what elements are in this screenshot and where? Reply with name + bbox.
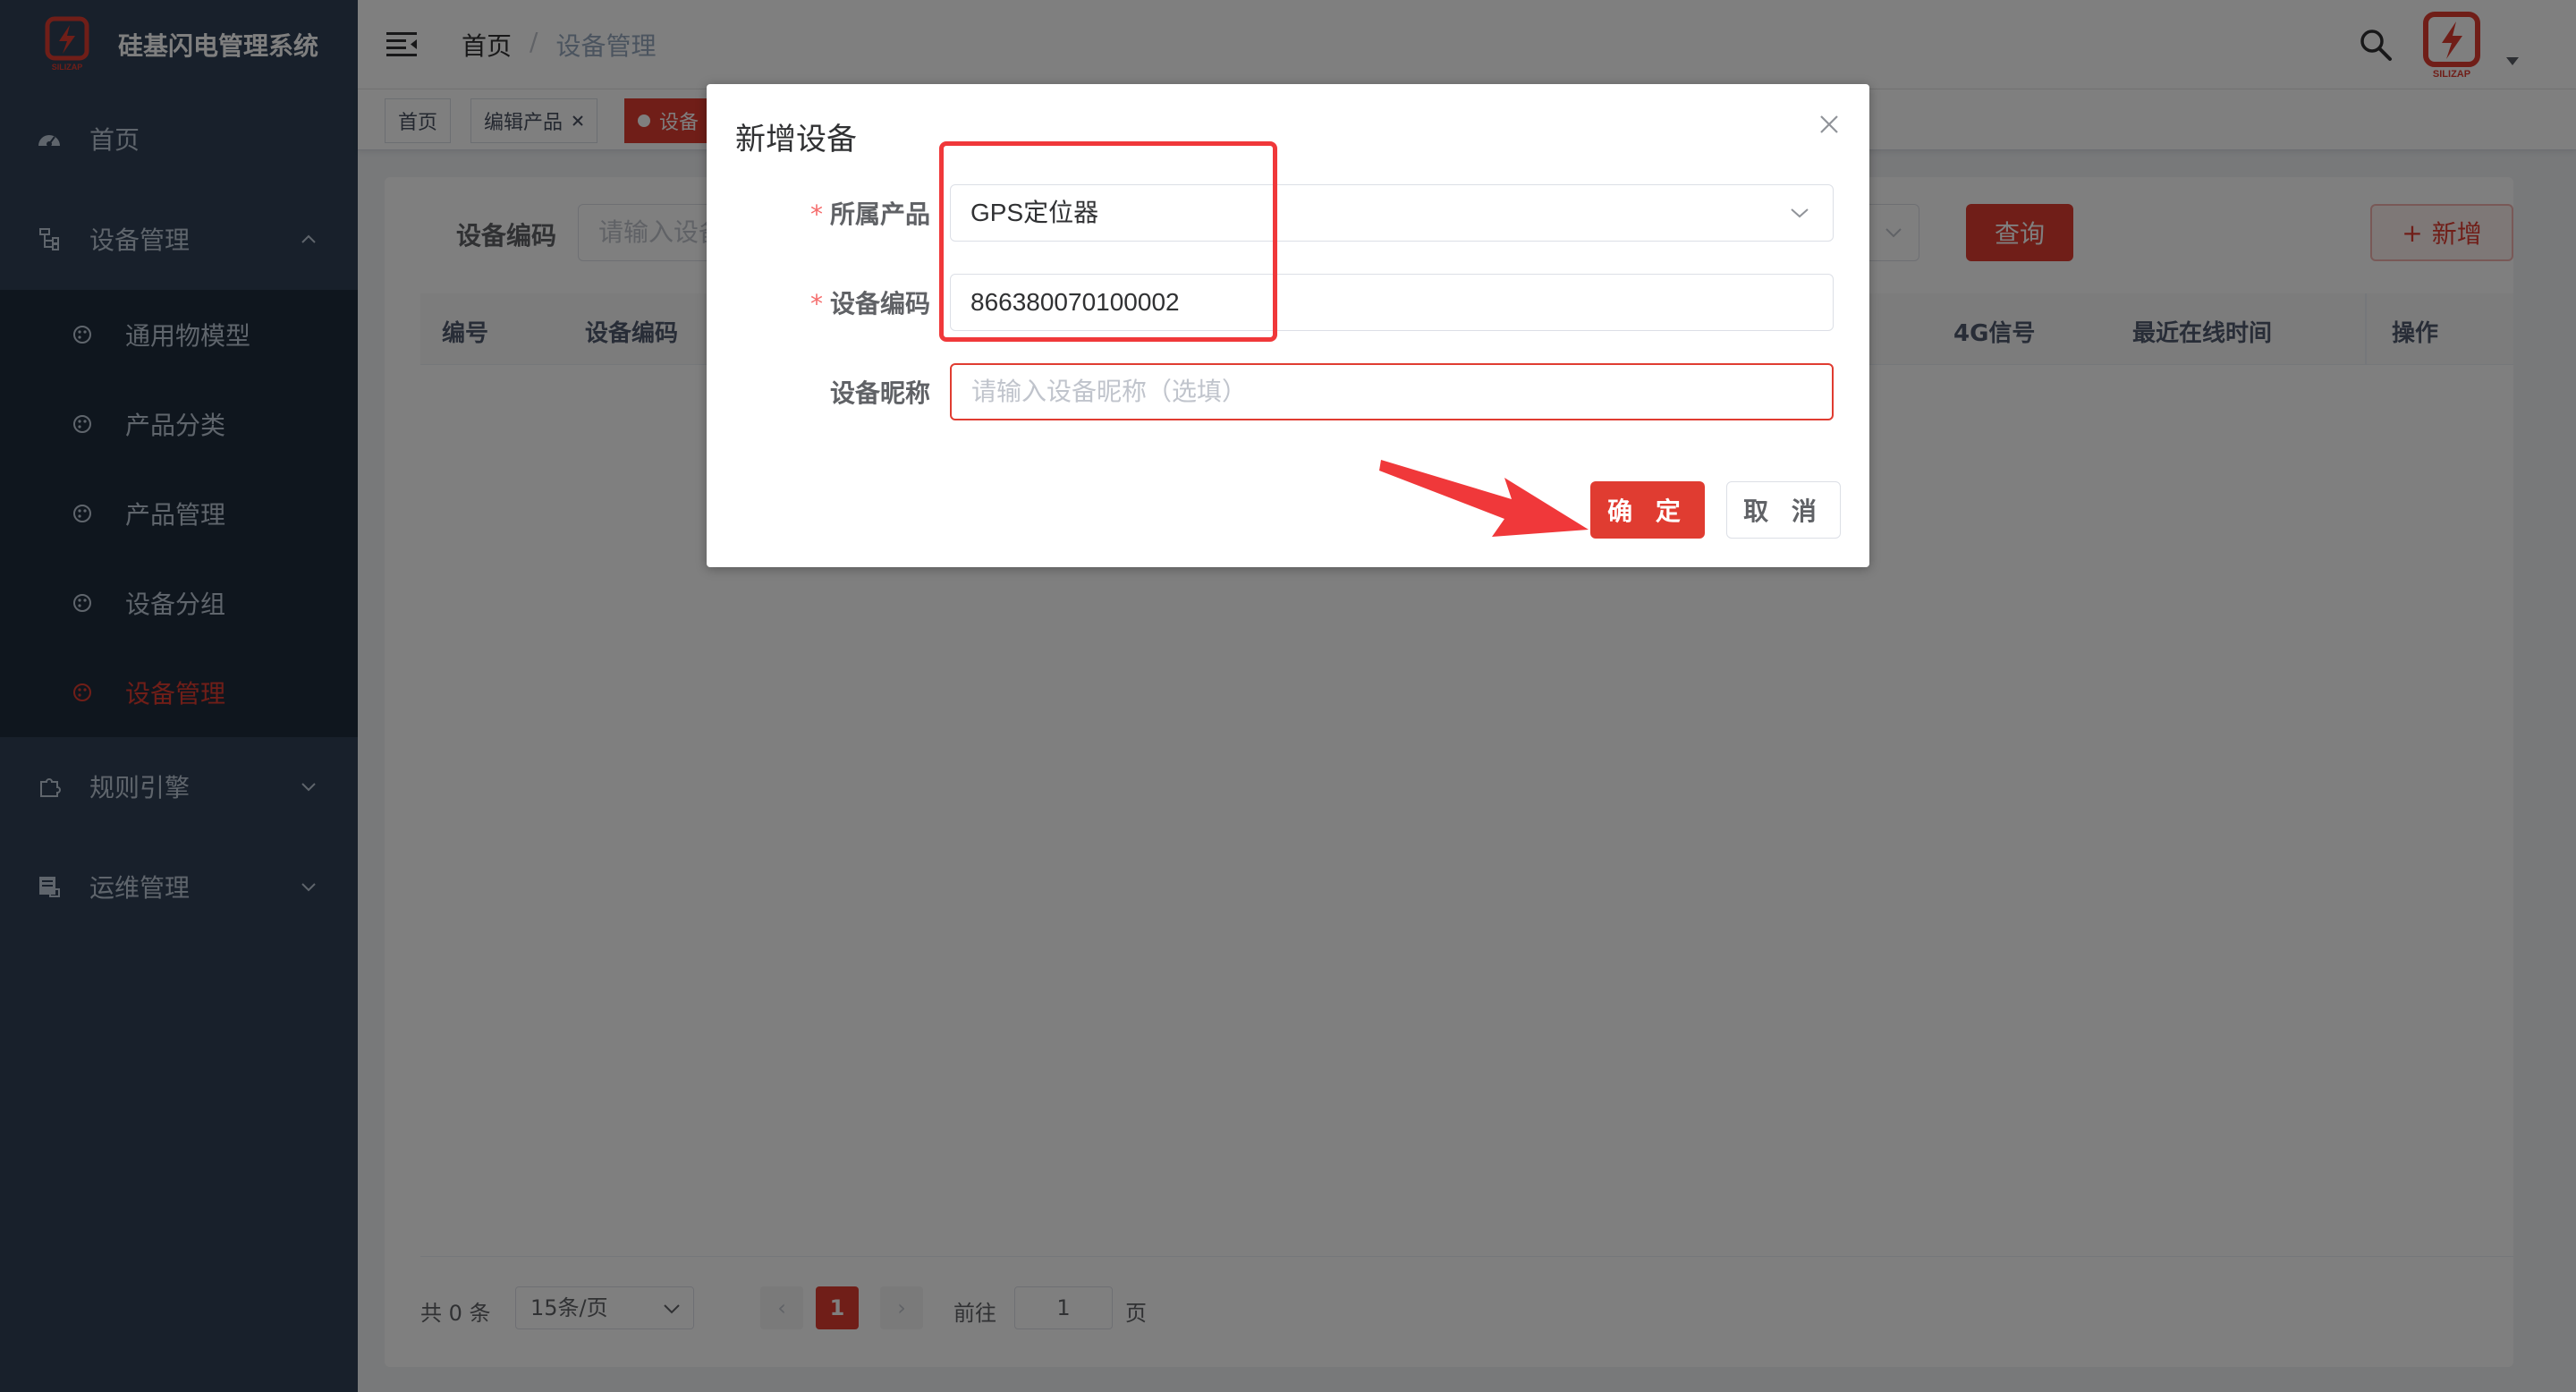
cancel-button[interactable]: 取 消 xyxy=(1726,481,1841,539)
add-device-dialog: 新增设备 * 所属产品 GPS定位器 * 设备编码 866380070100002 … xyxy=(707,84,1869,567)
code-field-label: * 设备编码 xyxy=(707,284,930,320)
confirm-button[interactable]: 确 定 xyxy=(1590,481,1705,539)
dialog-title: 新增设备 xyxy=(735,122,857,157)
annotation-highlight-box xyxy=(939,141,1277,342)
annotation-arrow-icon xyxy=(1379,460,1589,537)
device-nickname-input[interactable]: 请输入设备昵称（选填） xyxy=(950,363,1834,420)
close-icon[interactable] xyxy=(1818,113,1841,136)
product-field-label: * 所属产品 xyxy=(707,195,930,231)
code-label-text: 设备编码 xyxy=(829,289,930,318)
required-mark: * xyxy=(809,289,823,318)
nickname-field-label: 设备昵称 xyxy=(829,378,930,408)
chevron-down-icon xyxy=(1791,208,1809,218)
required-mark: * xyxy=(809,199,823,229)
product-label-text: 所属产品 xyxy=(829,199,930,229)
